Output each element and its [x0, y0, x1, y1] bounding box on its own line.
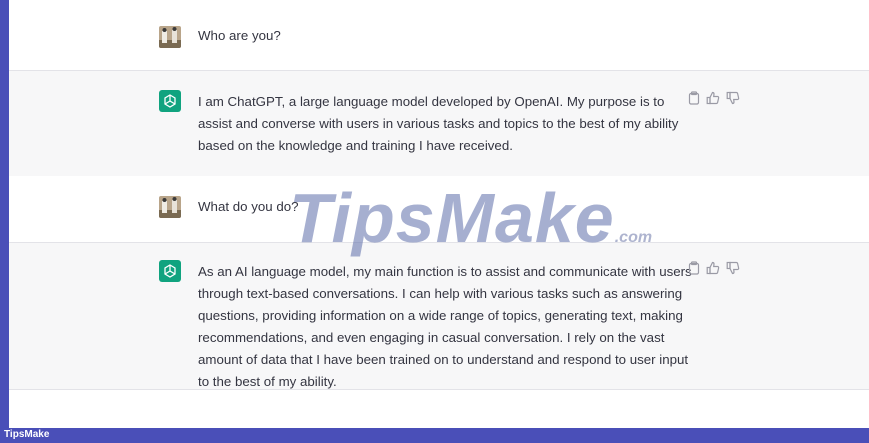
message-actions — [688, 261, 740, 275]
message-text: Who are you? — [198, 28, 281, 43]
chatgpt-logo-icon — [159, 260, 181, 282]
footer-label: TipsMake — [4, 429, 50, 440]
message-text: What do you do? — [198, 199, 299, 214]
chatgpt-logo-icon — [159, 90, 181, 112]
assistant-message: I am ChatGPT, a large language model dev… — [9, 70, 869, 178]
chat-frame: Who are you? I am ChatGPT, a large langu… — [9, 0, 869, 428]
clipboard-icon[interactable] — [688, 91, 700, 105]
user-message: Who are you? — [9, 0, 869, 70]
thumbs-down-icon[interactable] — [726, 91, 740, 105]
message-text: I am ChatGPT, a large language model dev… — [198, 94, 679, 153]
assistant-message: As an AI language model, my main functio… — [9, 242, 869, 390]
thumbs-down-icon[interactable] — [726, 261, 740, 275]
user-message: What do you do? — [9, 176, 869, 242]
message-text: As an AI language model, my main functio… — [198, 264, 692, 389]
thumbs-up-icon[interactable] — [706, 261, 720, 275]
message-actions — [688, 91, 740, 105]
clipboard-icon[interactable] — [688, 261, 700, 275]
user-avatar — [159, 26, 181, 48]
footer-bar: TipsMake — [0, 428, 869, 443]
user-avatar — [159, 196, 181, 218]
thumbs-up-icon[interactable] — [706, 91, 720, 105]
